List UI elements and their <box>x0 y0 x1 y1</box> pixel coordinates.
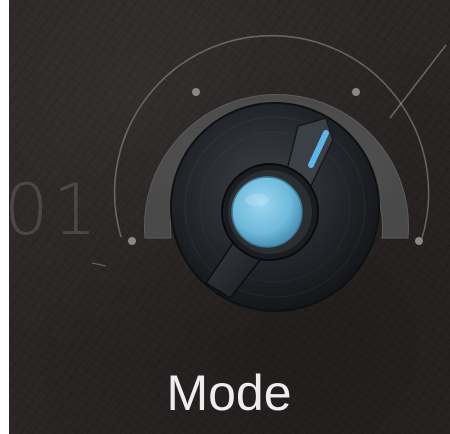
scale-dot-icon <box>128 237 136 245</box>
mode-knob[interactable] <box>165 100 385 320</box>
scale-tick <box>91 262 107 267</box>
scale-dot-icon <box>192 88 200 96</box>
scale-dot-icon <box>415 237 423 245</box>
scale-pointer-line <box>389 44 447 119</box>
plugin-panel: 01 Mode <box>0 0 450 434</box>
scale-dot-icon <box>352 88 360 96</box>
knob-label: Mode <box>166 365 292 421</box>
